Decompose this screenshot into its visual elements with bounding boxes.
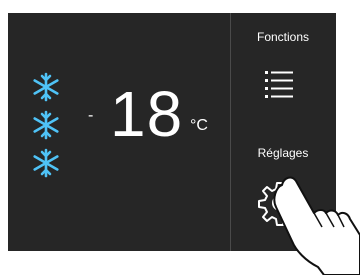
- snowflake-icon: [33, 148, 59, 178]
- temperature-unit: °C: [190, 117, 208, 134]
- settings-button[interactable]: [254, 177, 306, 229]
- snowflake-icon: [33, 110, 59, 140]
- functions-button[interactable]: [254, 63, 304, 109]
- panel-divider: [230, 13, 231, 251]
- functions-label: Fonctions: [256, 30, 310, 44]
- control-panel: - 18 °C Fonctions Réglages: [8, 13, 336, 251]
- settings-label: Réglages: [257, 146, 309, 160]
- gear-icon: [258, 182, 302, 226]
- temperature-value: 18: [110, 78, 184, 150]
- snowflake-icon: [33, 72, 59, 102]
- menu-icon: [265, 71, 293, 98]
- freeze-mode-indicator: [30, 71, 62, 181]
- temperature-sign: -: [88, 107, 94, 124]
